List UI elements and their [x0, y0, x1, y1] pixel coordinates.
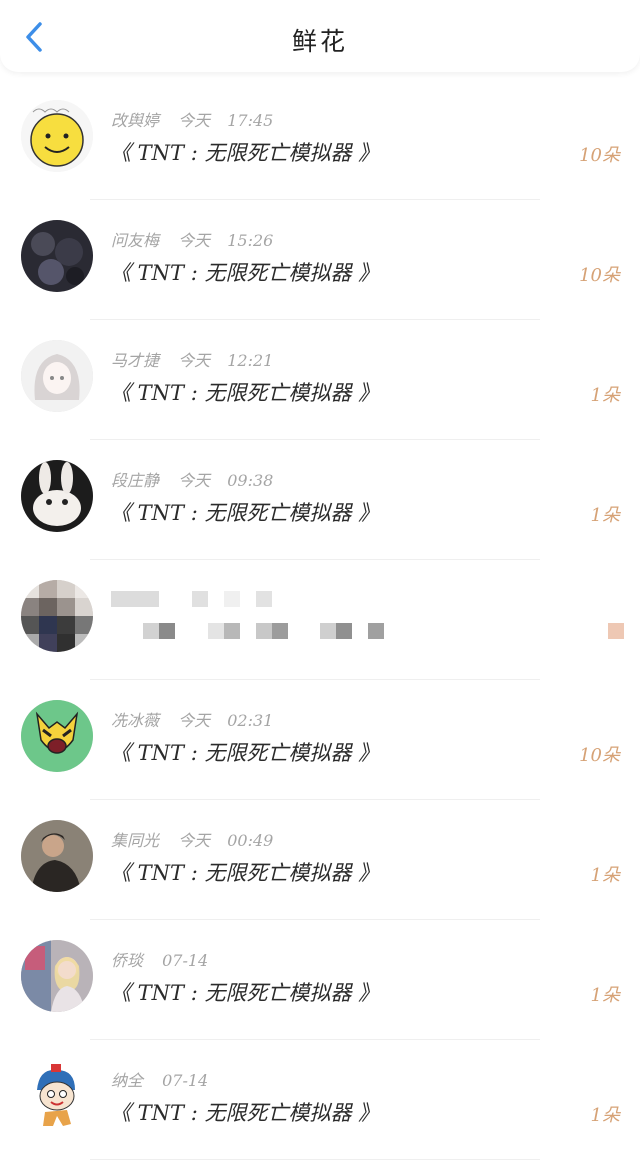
- avatar[interactable]: [21, 460, 93, 532]
- list-item[interactable]: 冼冰薇 今天 02:31 《 TNT : 无限死亡模拟器 》 10朵: [0, 680, 640, 800]
- sender-name: 纳全: [111, 1071, 144, 1090]
- pixelated-flower-count: [608, 623, 624, 639]
- book-title: 《 TNT : 无限死亡模拟器 》: [110, 141, 380, 165]
- smiley-face-icon: [21, 100, 93, 172]
- avatar[interactable]: [21, 940, 93, 1012]
- avatar[interactable]: [21, 820, 93, 892]
- date-label: 今天: [178, 231, 211, 250]
- timestamp: 00:49: [227, 831, 274, 850]
- book-title: 《 TNT : 无限死亡模拟器 》: [110, 741, 380, 765]
- timestamp: 15:26: [227, 231, 274, 250]
- page-title: 鲜花: [291, 27, 348, 56]
- man-photo-icon: [21, 820, 93, 892]
- timestamp: 02:31: [227, 711, 274, 730]
- list-item[interactable]: 纳全 07-14 《 TNT : 无限死亡模拟器 》 1朵: [0, 1040, 640, 1160]
- rabbit-icon: [21, 460, 93, 532]
- flower-gift-list: 改舆婷 今天 17:45 《 TNT : 无限死亡模拟器 》 10朵 问友梅 今…: [0, 80, 640, 1160]
- sender-name: 改舆婷: [111, 111, 160, 130]
- date-label: 今天: [178, 111, 211, 130]
- list-item[interactable]: 改舆婷 今天 17:45 《 TNT : 无限死亡模拟器 》 10朵: [0, 80, 640, 200]
- sender-name: 侨琰: [111, 951, 144, 970]
- woman-photo-icon: [21, 940, 93, 1012]
- flower-count: 1朵: [590, 1105, 620, 1126]
- top-navigation-bar: 鲜花: [0, 0, 640, 72]
- avatar[interactable]: [21, 1060, 93, 1132]
- list-item[interactable]: 马才捷 今天 12:21 《 TNT : 无限死亡模拟器 》 1朵: [0, 320, 640, 440]
- timestamp: 12:21: [227, 351, 274, 370]
- timestamp: 17:45: [227, 111, 274, 130]
- cartoon-wolverine-icon: [21, 700, 93, 772]
- timestamp: 07-14: [162, 951, 209, 970]
- sender-name: 集同光: [111, 831, 160, 850]
- avatar[interactable]: [21, 580, 93, 652]
- date-label: 今天: [178, 711, 211, 730]
- flower-count: 1朵: [590, 385, 620, 406]
- flower-count: 10朵: [579, 265, 620, 286]
- book-title: 《 TNT : 无限死亡模拟器 》: [110, 1101, 380, 1125]
- flower-count: 1朵: [590, 865, 620, 886]
- list-item[interactable]: 侨琰 07-14 《 TNT : 无限死亡模拟器 》 1朵: [0, 920, 640, 1040]
- anime-girl-icon: [21, 340, 93, 412]
- list-item-redacted[interactable]: [0, 560, 640, 680]
- date-label: 今天: [178, 831, 211, 850]
- sender-name: 问友梅: [111, 231, 160, 250]
- flower-count: 1朵: [590, 505, 620, 526]
- sender-name: 段庄静: [111, 471, 160, 490]
- list-item[interactable]: 问友梅 今天 15:26 《 TNT : 无限死亡模拟器 》 10朵: [0, 200, 640, 320]
- flower-count: 10朵: [579, 745, 620, 766]
- date-label: 今天: [178, 351, 211, 370]
- flower-count: 10朵: [579, 145, 620, 166]
- cartoon-boy-icon: [21, 1060, 93, 1132]
- list-item[interactable]: 段庄静 今天 09:38 《 TNT : 无限死亡模拟器 》 1朵: [0, 440, 640, 560]
- pixelated-avatar-icon: [21, 580, 93, 652]
- date-label: 今天: [178, 471, 211, 490]
- timestamp: 07-14: [162, 1071, 209, 1090]
- avatar[interactable]: [21, 700, 93, 772]
- avatar[interactable]: [21, 220, 93, 292]
- timestamp: 09:38: [227, 471, 274, 490]
- list-item[interactable]: 集同光 今天 00:49 《 TNT : 无限死亡模拟器 》 1朵: [0, 800, 640, 920]
- book-title: 《 TNT : 无限死亡模拟器 》: [110, 261, 380, 285]
- flower-count: 1朵: [590, 985, 620, 1006]
- book-title: 《 TNT : 无限死亡模拟器 》: [110, 381, 380, 405]
- avatar[interactable]: [21, 340, 93, 412]
- sender-name: 马才捷: [111, 351, 160, 370]
- avatar[interactable]: [21, 100, 93, 172]
- book-title: 《 TNT : 无限死亡模拟器 》: [110, 981, 380, 1005]
- dark-photo-icon: [21, 220, 93, 292]
- book-title: 《 TNT : 无限死亡模拟器 》: [110, 861, 380, 885]
- sender-name: 冼冰薇: [111, 711, 160, 730]
- book-title: 《 TNT : 无限死亡模拟器 》: [110, 501, 380, 525]
